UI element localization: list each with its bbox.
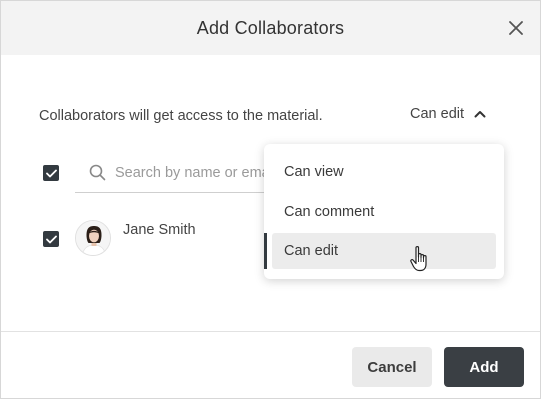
- permission-dropdown-menu: Can view Can comment Can edit: [264, 144, 504, 279]
- search-field: [75, 153, 275, 193]
- dialog-title: Add Collaborators: [196, 17, 345, 38]
- add-button[interactable]: Add: [444, 347, 524, 387]
- search-icon: [89, 164, 106, 181]
- checkmark-icon: [45, 235, 57, 243]
- selected-indicator: [264, 233, 267, 269]
- close-button[interactable]: [504, 16, 528, 40]
- checkmark-icon: [45, 169, 57, 177]
- cancel-button[interactable]: Cancel: [352, 347, 432, 387]
- add-collaborators-dialog: Add Collaborators Collaborators will get…: [0, 0, 541, 399]
- collaborator-checkbox[interactable]: [43, 231, 59, 247]
- chevron-up-icon: [474, 111, 486, 118]
- close-icon: [509, 21, 523, 35]
- option-can-view[interactable]: Can view: [272, 154, 496, 190]
- select-all-checkbox[interactable]: [43, 165, 59, 181]
- search-input[interactable]: [115, 164, 275, 181]
- collaborator-name: Jane Smith: [123, 222, 196, 238]
- info-text: Collaborators will get access to the mat…: [39, 108, 323, 124]
- dialog-header: Add Collaborators: [1, 1, 540, 55]
- option-can-edit[interactable]: Can edit: [272, 233, 496, 269]
- option-can-comment[interactable]: Can comment: [272, 194, 496, 230]
- avatar: [75, 220, 111, 256]
- permission-dropdown-toggle[interactable]: Can edit: [410, 106, 486, 122]
- permission-label: Can edit: [410, 106, 465, 122]
